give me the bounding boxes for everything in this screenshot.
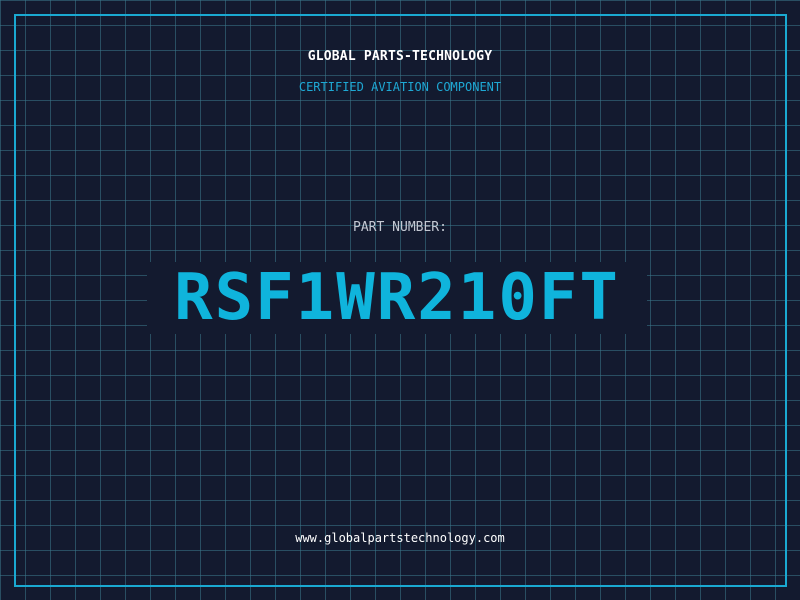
label-card: GLOBAL PARTS-TECHNOLOGY CERTIFIED AVIATI… xyxy=(0,0,800,600)
company-name: GLOBAL PARTS-TECHNOLOGY xyxy=(307,49,493,64)
part-number-panel: RSF1WR210FT xyxy=(147,262,647,334)
part-number-label: PART NUMBER: xyxy=(353,220,447,235)
website-url: www.globalpartstechnology.com xyxy=(295,531,505,545)
part-number-value: RSF1WR210FT xyxy=(174,261,620,335)
certification-tagline: CERTIFIED AVIATION COMPONENT xyxy=(298,80,502,94)
